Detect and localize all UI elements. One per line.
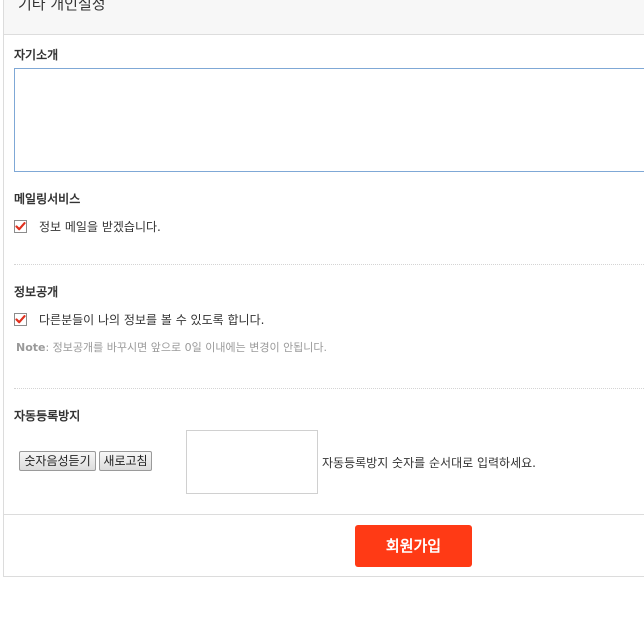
disclosure-option-label: 다른분들이 나의 정보를 볼 수 있도록 합니다.: [39, 313, 265, 327]
bio-textarea[interactable]: [14, 68, 644, 172]
mailing-option[interactable]: 정보 메일을 받겠습니다.: [14, 218, 161, 235]
disclosure-note: Note: 정보공개를 바꾸시면 앞으로 0일 이내에는 변경이 안됩니다.: [16, 339, 327, 355]
disclosure-checkbox[interactable]: [14, 313, 27, 326]
captcha-help-text: 자동등록방지 숫자를 순서대로 입력하세요.: [322, 456, 536, 470]
disclosure-option[interactable]: 다른분들이 나의 정보를 볼 수 있도록 합니다.: [14, 311, 264, 328]
captcha-image: [186, 430, 318, 494]
section-divider: [14, 388, 644, 389]
note-label: Note: [16, 341, 46, 354]
captcha-label: 자동등록방지: [14, 409, 81, 423]
note-text: : 정보공개를 바꾸시면 앞으로 0일 이내에는 변경이 안됩니다.: [45, 341, 328, 354]
panel-title: 기타 개인설정: [18, 0, 106, 13]
checkmark-icon: [15, 222, 26, 231]
bio-label: 자기소개: [14, 48, 59, 62]
mailing-label: 메일링서비스: [14, 192, 81, 206]
checkmark-icon: [15, 315, 26, 324]
audio-captcha-button[interactable]: 숫자음성듣기: [19, 451, 96, 471]
mailing-checkbox[interactable]: [14, 220, 27, 233]
refresh-captcha-button[interactable]: 새로고침: [99, 451, 152, 471]
signup-button[interactable]: 회원가입: [355, 525, 472, 567]
disclosure-label: 정보공개: [14, 285, 59, 299]
footer-divider: [3, 514, 644, 515]
mailing-option-label: 정보 메일을 받겠습니다.: [39, 220, 161, 234]
panel-header: 기타 개인설정: [4, 0, 644, 35]
section-divider: [14, 264, 644, 265]
